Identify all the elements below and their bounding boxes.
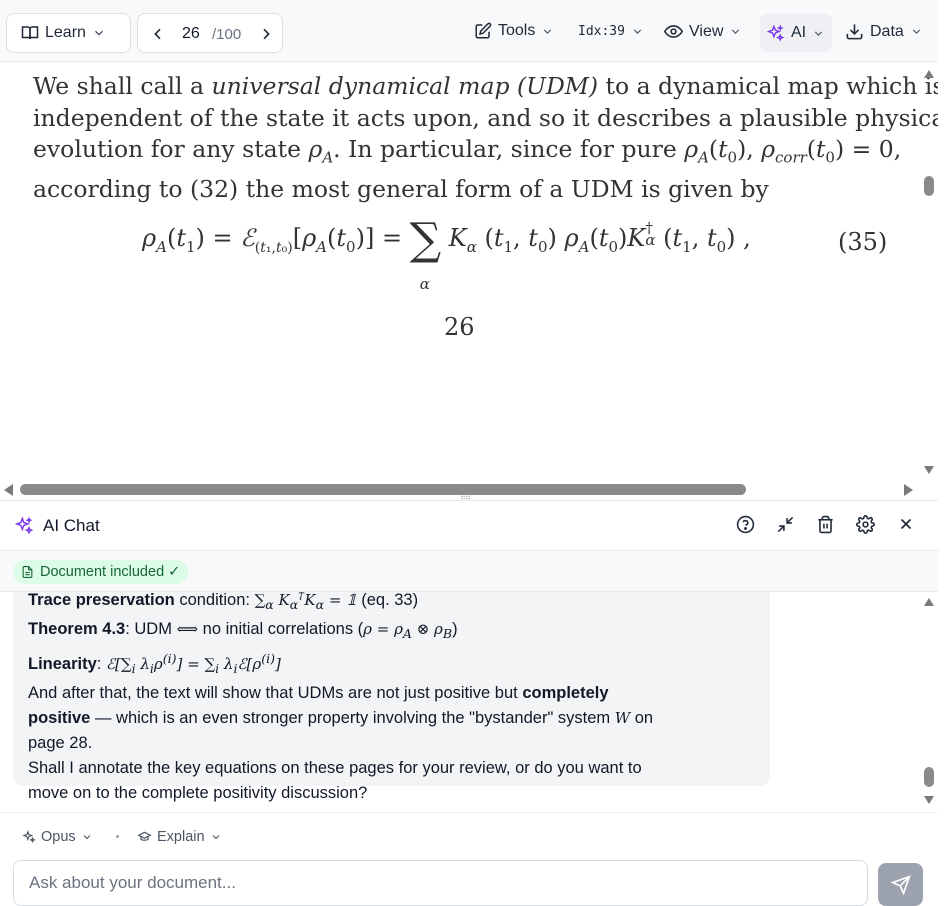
message-line: page 28. [28,734,93,752]
document-paragraph: We shall call a universal dynamical map … [33,71,938,206]
doc-text: evolution for any state [33,135,309,163]
doc-line: independent of the state it acts upon, a… [33,103,938,132]
doc-text: to a dynamical map which is [598,72,939,100]
learn-label: Learn [45,24,86,41]
graduation-cap-icon [137,831,152,841]
chat-messages: Trace preservation condition: ∑α Kα†Kα =… [0,592,918,812]
message-line: And after that, the text will show that … [28,684,609,702]
page-number-input[interactable]: 26 [182,25,200,43]
book-open-icon [21,26,39,40]
doc-term: universal dynamical map (UDM) [211,72,599,100]
ai-menu-button[interactable]: AI [760,14,832,52]
chevron-down-icon [94,30,103,36]
equation-number: (35) [838,228,888,256]
chevron-down-icon [633,29,642,34]
page-number: 26 [444,313,475,341]
data-menu-button[interactable]: Data [845,22,923,41]
document-included-badge[interactable]: Document included ✓ [13,560,189,584]
message-line: Trace preservation condition: ∑α Kα†Kα =… [28,592,419,612]
doc-text: . In particular, since for pure [333,135,685,163]
scroll-thumb[interactable] [924,767,934,787]
document-vertical-scrollbar[interactable] [920,62,938,480]
chat-composer: Opus Explain [0,812,938,906]
message-line: Shall I annotate the key equations on th… [28,759,642,777]
chevron-left-icon[interactable] [150,25,166,43]
minimize-icon[interactable] [776,515,795,534]
chevron-down-icon [912,29,920,34]
scroll-thumb[interactable] [924,176,934,196]
doc-line: according to (32) the most general form … [33,175,769,204]
scroll-down-arrow[interactable] [924,466,934,474]
send-button[interactable] [878,863,923,906]
trash-icon[interactable] [816,515,835,534]
equation-35: ρA(t1) = ℰ(t₁,t₀)[ρA(t0)] = ∑ α Kα (t1, t… [142,214,751,294]
model-selector[interactable]: Opus [22,829,93,845]
assistant-message: Trace preservation condition: ∑α Kα†Kα =… [13,592,770,802]
scroll-thumb[interactable] [20,484,746,495]
message-line: positive — which is an even stronger pro… [28,709,654,727]
scroll-up-arrow[interactable] [924,70,934,78]
chat-title: AI Chat [43,516,100,535]
message-line: Linearity: ℰ[∑i λiρ(i)] = ∑i λiℰ[ρ(i)] [28,651,281,676]
tools-label: Tools [498,22,536,39]
page-total: /100 [212,26,242,43]
send-icon [890,874,911,895]
help-icon[interactable] [736,515,755,534]
message-line: Theorem 4.3: UDM ⟺ no initial correlatio… [28,620,458,641]
chevron-down-icon [732,29,740,34]
view-menu-button[interactable]: View [664,22,742,41]
chat-vertical-scrollbar[interactable] [920,592,938,810]
chat-header: AI Chat [0,500,938,550]
toolbar: Learn 26 /100 Tools Idx:39 View AI Data [0,0,938,62]
learn-button[interactable]: Learn [6,13,131,53]
scroll-down-arrow[interactable] [924,796,934,804]
separator-dot [116,835,119,838]
scroll-left-arrow[interactable] [4,484,13,496]
document-viewer: We shall call a universal dynamical map … [0,62,938,480]
file-text-icon [22,566,33,578]
index-label: Idx:39 [578,24,625,39]
chevron-down-icon [83,835,91,840]
doc-text: We shall call a [33,72,212,100]
message-line: move on to the complete positivity discu… [28,784,368,802]
scroll-up-arrow[interactable] [924,598,934,606]
edit-icon [475,22,492,39]
model-label: Opus [41,829,76,845]
download-icon [846,24,863,40]
chevron-down-icon [212,835,219,840]
mode-label: Explain [157,829,205,845]
data-label: Data [870,22,904,40]
chevron-right-icon[interactable] [258,25,274,43]
tools-menu-button[interactable]: Tools [474,22,554,40]
sparkles-icon [766,23,785,42]
scroll-right-arrow[interactable] [904,484,913,496]
view-label: View [689,22,724,40]
chat-input[interactable] [13,860,868,906]
doc-math: ρA(t0), ρcorr(t0) = 0, [684,135,902,167]
ai-label: AI [791,24,807,41]
message-text: Trace preservation condition: ∑α Kα†Kα =… [28,592,755,806]
mode-selector[interactable]: Explain [137,829,222,845]
chevron-down-icon [544,28,552,34]
close-icon[interactable] [897,515,915,533]
sparkles-icon [14,516,34,535]
eye-icon [664,25,683,38]
page-navigator: 26 /100 [137,13,283,53]
sparkles-icon [22,830,36,844]
doc-math: ρA [308,135,334,167]
gear-icon[interactable] [856,515,875,534]
document-context-bar: Document included ✓ [0,550,938,592]
badge-label: Document included ✓ [40,564,181,580]
index-menu-button[interactable]: Idx:39 [578,24,644,39]
chevron-down-icon [814,30,823,36]
